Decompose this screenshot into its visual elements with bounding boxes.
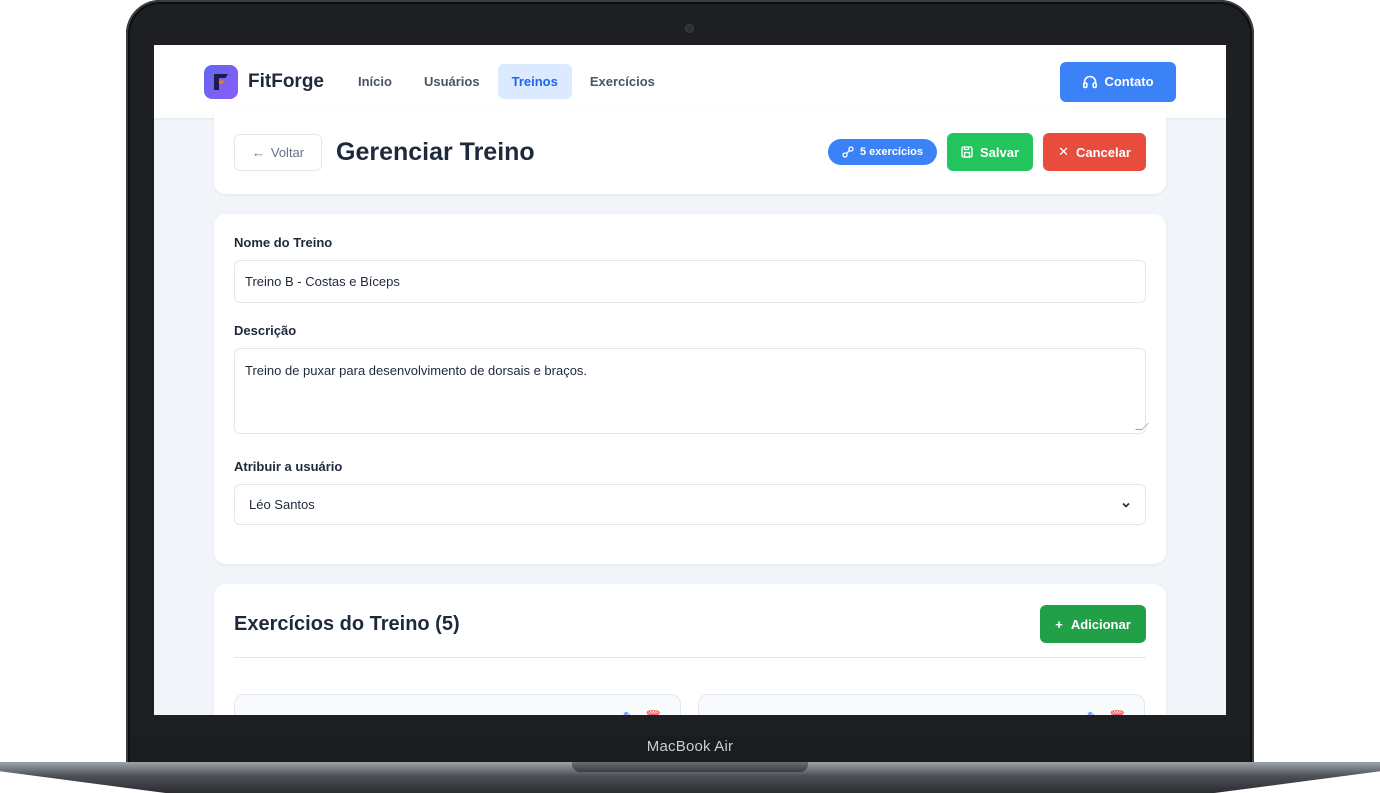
save-label: Salvar [979, 144, 1020, 160]
description-label: Descrição [234, 323, 297, 338]
resize-grip-icon[interactable] [1135, 423, 1149, 430]
device-label: MacBook Air [646, 738, 734, 755]
exercises-header: Exercícios do Treino (5) + Adicionar [234, 605, 1146, 643]
exercises-card: Exercícios do Treino (5) + Adicionar ✎ 🗑… [214, 584, 1166, 715]
edit-icon[interactable]: ✎ [622, 709, 634, 715]
nav-link-inicio[interactable]: Início [344, 64, 406, 99]
camera-icon [686, 25, 693, 32]
cancel-button[interactable]: ✕ Cancelar [1043, 133, 1146, 171]
arrow-left-icon: ← [251, 144, 265, 160]
divider [234, 657, 1146, 658]
app-screen: FitForge Início Usuários Treinos Exercíc… [154, 45, 1226, 715]
exercise-card[interactable]: ✎ 🗑 [698, 694, 1145, 715]
assign-user-label: Atribuir a usuário [234, 459, 343, 474]
save-button[interactable]: Salvar [947, 133, 1033, 171]
back-button[interactable]: ← Voltar [234, 133, 322, 171]
header-actions: 5 exercícios Salvar ✕ Cancelar [828, 133, 1146, 171]
workout-name-input[interactable]: Treino B - Costas e Bíceps [234, 260, 1146, 303]
add-exercise-button[interactable]: + Adicionar [1040, 605, 1146, 643]
page-title: Gerenciar Treino [336, 137, 535, 166]
headset-icon [1083, 75, 1098, 88]
nav-links: Início Usuários Treinos Exercícios [344, 64, 669, 99]
workout-form-card: Nome do Treino Treino B - Costas e Bícep… [214, 214, 1166, 564]
exercise-grid: ✎ 🗑 ✎ 🗑 [234, 694, 1146, 715]
delete-icon[interactable]: 🗑 [1108, 709, 1126, 715]
contact-label: Contato [1104, 74, 1154, 89]
edit-icon[interactable]: ✎ [1086, 709, 1098, 715]
link-icon [842, 146, 854, 158]
plus-icon: + [1055, 616, 1063, 632]
exercise-count-badge: 5 exercícios [828, 139, 937, 165]
exercise-actions: ✎ 🗑 [622, 709, 662, 715]
assign-user-value: Léo Santos [249, 497, 315, 512]
brand-logo-icon[interactable] [204, 64, 238, 99]
description-text: Treino de puxar para desenvolvimento de … [245, 363, 588, 378]
exercises-title: Exercícios do Treino (5) [234, 612, 460, 635]
nav-link-usuarios[interactable]: Usuários [410, 64, 494, 99]
nav-link-treinos[interactable]: Treinos [497, 64, 572, 99]
close-icon: ✕ [1058, 144, 1069, 159]
workout-name-label: Nome do Treino [234, 235, 333, 250]
back-label: Voltar [270, 144, 305, 160]
page-header-card: ← Voltar Gerenciar Treino 5 exercícios S… [214, 110, 1166, 194]
chevron-down-icon [1122, 502, 1130, 508]
laptop-notch [572, 762, 808, 772]
cancel-label: Cancelar [1075, 144, 1131, 160]
delete-icon[interactable]: 🗑 [644, 709, 662, 715]
save-icon [961, 146, 973, 158]
top-navbar: FitForge Início Usuários Treinos Exercíc… [154, 45, 1226, 118]
assign-user-select[interactable]: Léo Santos [234, 484, 1146, 525]
exercise-card[interactable]: ✎ 🗑 [234, 694, 681, 715]
exercise-actions: ✎ 🗑 [1086, 709, 1126, 715]
nav-link-exercicios[interactable]: Exercícios [576, 64, 669, 99]
brand-name[interactable]: FitForge [248, 71, 324, 93]
badge-label: 5 exercícios [860, 146, 923, 158]
add-label: Adicionar [1070, 616, 1131, 632]
contact-button[interactable]: Contato [1060, 61, 1176, 102]
description-textarea[interactable]: Treino de puxar para desenvolvimento de … [234, 348, 1149, 434]
